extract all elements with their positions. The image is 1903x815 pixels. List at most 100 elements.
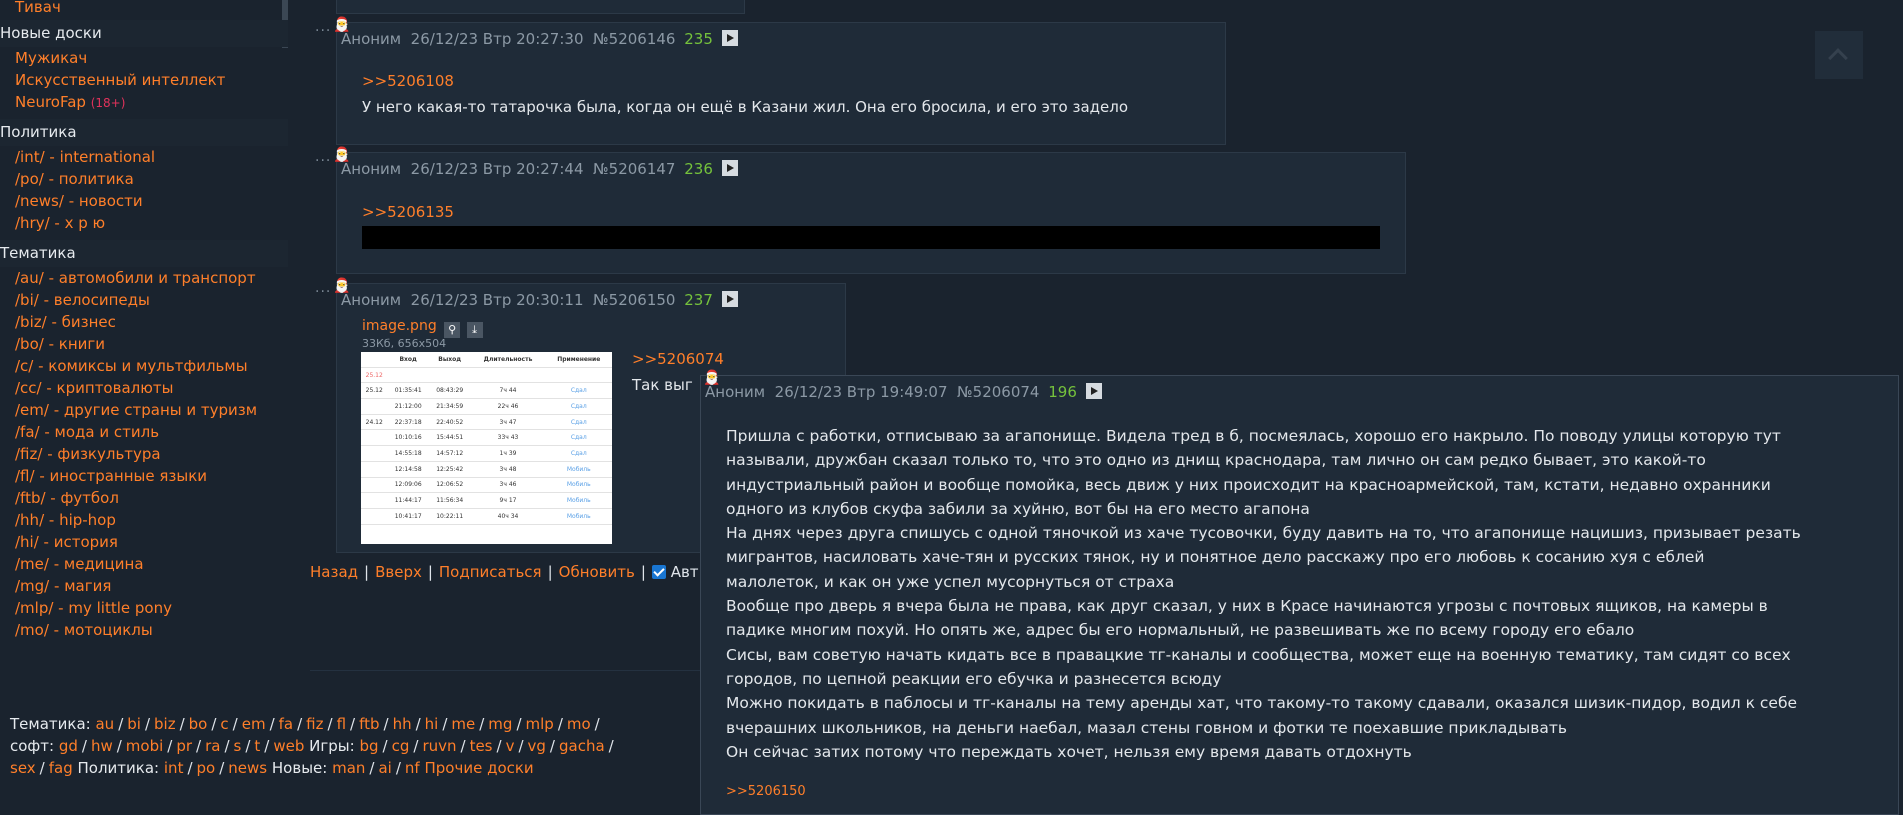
post: ··· 🎅 Аноним 26/12/23 Втр 20:27:30 №5206… [315,17,1226,145]
sidebar-item-ai[interactable]: Искусственный интеллект [0,69,288,91]
footer-board-link[interactable]: v [506,737,515,755]
play-icon[interactable] [721,291,738,307]
footer-board-link[interactable]: hh [393,715,412,733]
spoiler-block[interactable] [362,226,1380,249]
footer-board-link[interactable]: hi [425,715,439,733]
footer-board-link[interactable]: tes [470,737,493,755]
sidebar-item-fiz[interactable]: /fiz/ - физкультура [0,443,288,465]
sidebar-item-fa[interactable]: /fa/ - мода и стиль [0,421,288,443]
thumb-cell: 12:06:52 [428,477,471,494]
footer-board-link[interactable]: vg [528,737,546,755]
footer-board-link[interactable]: news [228,759,267,777]
footer-board-link[interactable]: mlp [526,715,554,733]
footer-board-link[interactable]: bi [127,715,141,733]
footer-board-link[interactable]: ai [378,759,391,777]
sidebar-item-label[interactable]: NeuroFap [15,93,86,111]
sidebar-item-neurofap[interactable]: NeuroFap (18+) [0,91,288,113]
footer-board-link[interactable]: web [273,737,304,755]
top-link[interactable]: Вверх [375,563,422,581]
download-icon[interactable]: ⤓ [466,322,483,338]
footer-board-link[interactable]: biz [154,715,176,733]
footer-board-link[interactable]: ra [205,737,220,755]
post-menu-icon[interactable]: ··· [315,153,331,169]
sidebar-item-news[interactable]: /news/ - новости [0,190,288,212]
footer-board-link[interactable]: em [242,715,266,733]
sidebar-item-tivach[interactable]: Тивач [0,0,288,18]
footer-board-link[interactable]: hw [91,737,113,755]
footer-board-link[interactable]: sex [10,759,36,777]
separator: / [382,737,388,755]
sidebar-item-mg[interactable]: /mg/ - магия [0,575,288,597]
footer-board-link[interactable]: bg [359,737,378,755]
post-number[interactable]: №5206147 [593,160,675,178]
sidebar-item-bo[interactable]: /bo/ - книги [0,333,288,355]
scroll-up-button[interactable] [1815,31,1863,79]
play-icon[interactable] [721,30,738,46]
footer-board-link[interactable]: fl [337,715,346,733]
auto-refresh-checkbox[interactable] [651,565,666,579]
subscribe-link[interactable]: Подписаться [439,563,542,581]
footer-board-link[interactable]: mg [488,715,512,733]
sidebar-item-au[interactable]: /au/ - автомобили и транспорт [0,267,288,289]
footer-board-link[interactable]: fa [279,715,293,733]
sidebar-item-po[interactable]: /po/ - политика [0,168,288,190]
footer-board-link[interactable]: au [95,715,114,733]
footer-board-link[interactable]: fiz [306,715,323,733]
sidebar-item-fl[interactable]: /fl/ - иностранные языки [0,465,288,487]
backlink[interactable]: >>5206150 [726,784,806,799]
footer-board-link[interactable]: gd [59,737,78,755]
footer-board-link[interactable]: ruvn [422,737,456,755]
sidebar-item-bi[interactable]: /bi/ - велосипеды [0,289,288,311]
play-icon[interactable] [1085,383,1102,399]
post-image-thumbnail[interactable]: Вход Выход Длительность Применение 25.12… [361,352,612,544]
sidebar-item-me[interactable]: /me/ - медицина [0,553,288,575]
footer-board-link[interactable]: mo [567,715,591,733]
sidebar-item-cc[interactable]: /cc/ - криптовалюты [0,377,288,399]
footer-board-link[interactable]: ftb [359,715,379,733]
footer-board-link[interactable]: cg [392,737,410,755]
refresh-link[interactable]: Обновить [559,563,635,581]
footer-board-link[interactable]: po [197,759,216,777]
sidebar-item-int[interactable]: /int/ - international [0,146,288,168]
search-icon[interactable]: ⚲ [444,322,461,338]
sidebar-item-mo[interactable]: /mo/ - мотоциклы [0,619,288,641]
post-number[interactable]: №5206074 [957,383,1039,401]
post-menu-icon[interactable]: ··· [315,23,331,39]
thumb-header [361,352,388,368]
footer-board-link[interactable]: mobi [126,737,163,755]
thumb-cell: Сдал [545,414,612,431]
separator: / [413,737,419,755]
reply-link[interactable]: >>5206074 [632,350,724,368]
footer-board-link[interactable]: fag [49,759,73,777]
reply-link[interactable]: >>5206108 [362,72,454,90]
sidebar-item-em[interactable]: /em/ - другие страны и туризм [0,399,288,421]
reply-link[interactable]: >>5206135 [362,203,454,221]
post-menu-icon[interactable]: ··· [315,284,331,300]
other-boards-link[interactable]: Прочие доски [424,759,533,777]
play-icon[interactable] [721,160,738,176]
post-number[interactable]: №5206150 [593,291,675,309]
sidebar-item-man[interactable]: Мужикач [0,47,288,69]
post-number[interactable]: №5206146 [593,30,675,48]
footer-board-link[interactable]: pr [176,737,192,755]
sidebar-item-hi[interactable]: /hi/ - история [0,531,288,553]
sidebar-item-hry[interactable]: /hry/ - х р ю [0,212,288,234]
footer-board-link[interactable]: me [451,715,475,733]
footer-board-link[interactable]: t [254,737,260,755]
file-name[interactable]: image.png [362,318,437,334]
footer-board-link[interactable]: man [332,759,365,777]
separator: / [608,737,614,755]
footer-board-link[interactable]: int [164,759,184,777]
sidebar-item-hh[interactable]: /hh/ - hip-hop [0,509,288,531]
footer-board-link[interactable]: bo [189,715,208,733]
footer-board-link[interactable]: nf [405,759,420,777]
back-link[interactable]: Назад [310,563,358,581]
post-text: У него какая-то татарочка была, когда он… [362,98,1129,116]
sidebar-item-mlp[interactable]: /mlp/ - my little pony [0,597,288,619]
sidebar-item-biz[interactable]: /biz/ - бизнес [0,311,288,333]
footer-board-link[interactable]: s [234,737,242,755]
footer-board-link[interactable]: c [220,715,228,733]
footer-board-link[interactable]: gacha [559,737,605,755]
sidebar-item-c[interactable]: /c/ - комиксы и мультфильмы [0,355,288,377]
sidebar-item-ftb[interactable]: /ftb/ - футбол [0,487,288,509]
